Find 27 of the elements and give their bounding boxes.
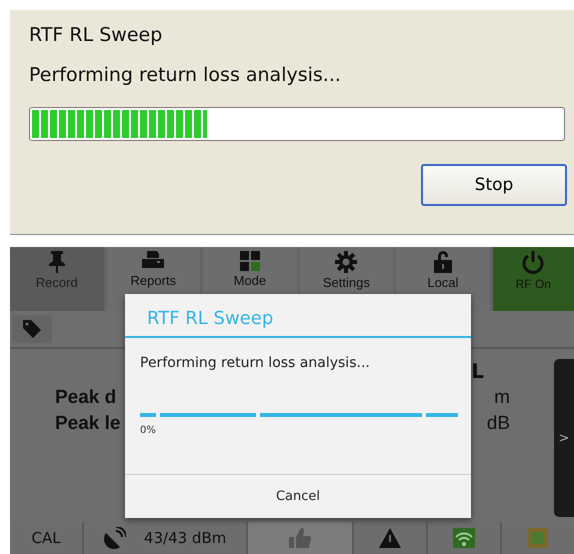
grid-icon — [240, 251, 260, 271]
dialog-message: Performing return loss analysis... — [29, 64, 342, 86]
dialog-title: RTF RL Sweep — [125, 294, 471, 338]
progress-percent: 0% — [139, 424, 157, 436]
toolbar-button[interactable]: RF On — [492, 247, 574, 311]
column-header: L — [471, 359, 484, 383]
thumbs-up-icon — [289, 528, 311, 548]
expand-panel-button[interactable]: > — [554, 359, 574, 517]
dialog-title: RTF RL Sweep — [29, 24, 164, 46]
lock-icon — [434, 251, 452, 273]
dialog-message: Performing return loss analysis... — [139, 354, 371, 371]
printer-icon — [142, 251, 164, 271]
measurement-label: Peak le — [55, 413, 120, 435]
cal-indicator: CAL — [10, 522, 82, 554]
cancel-button[interactable]: Cancel — [125, 474, 471, 518]
tag-button[interactable] — [12, 315, 52, 343]
wifi-icon — [452, 528, 475, 548]
antenna-icon — [104, 527, 126, 549]
stop-button[interactable]: Stop — [421, 164, 567, 206]
power-reading: 43/43 dBm — [144, 529, 226, 547]
measurement-unit: dB — [486, 413, 510, 435]
warning-icon — [378, 528, 401, 548]
power-icon — [521, 251, 546, 275]
measurement-unit: m — [494, 387, 510, 409]
measurement-label: Peak d — [55, 387, 116, 409]
tag-icon — [23, 320, 41, 338]
pin-icon — [48, 251, 66, 273]
